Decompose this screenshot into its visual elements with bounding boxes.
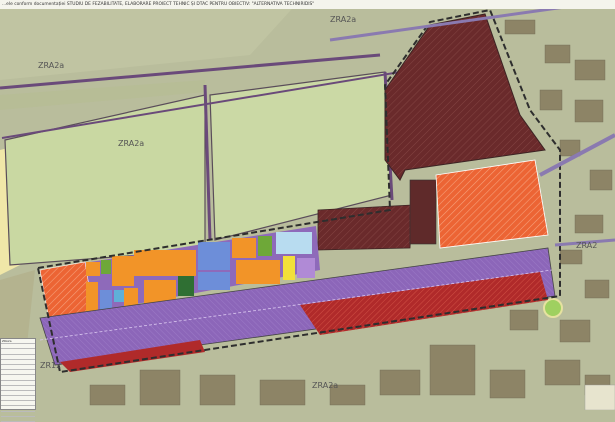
plot-orange-2 — [112, 256, 134, 286]
plot-orange-3 — [86, 282, 98, 312]
zone-label-zr12: ZR12 — [40, 361, 61, 370]
zone-label-zra2a-mid: ZRA2a — [118, 139, 144, 148]
zone-label-zra2a-left: ZRA2a — [38, 61, 64, 70]
zone-label-zra2a-top: ZRA2a — [330, 15, 356, 24]
urban-block-light — [584, 384, 615, 410]
zone-label-zra2-right: ZRA2 — [576, 241, 597, 250]
plot-blue-2 — [198, 242, 230, 270]
plot-orange-8 — [236, 260, 280, 284]
zone-industrial-mid — [317, 204, 413, 251]
zone-industrial-small — [409, 179, 437, 245]
plot-yellow — [283, 256, 295, 280]
roundabout — [543, 298, 563, 318]
plot-lightblue-1 — [114, 290, 124, 302]
urban-plan-map: ZRA2a ZRA2a ZRA2a ZRA2a ZRA2 ZR12 ...ele… — [0, 0, 615, 422]
plot-green-dark — [178, 276, 194, 296]
legend-table: ZRA2a — [0, 338, 36, 422]
plot-orange-7 — [232, 238, 256, 258]
zone-label-zra2a-bottom: ZRA2a — [312, 381, 338, 390]
plot-violet — [297, 258, 315, 278]
plot-orange-1 — [86, 262, 100, 276]
plot-green-2 — [258, 236, 272, 256]
zone-hatched-east — [435, 159, 549, 249]
plot-orange-5 — [134, 250, 196, 276]
legend-row — [1, 417, 35, 422]
map-header-note: ...ele conform documentației STUDIU DE F… — [0, 0, 615, 9]
map-canvas: ZRA2a ZRA2a ZRA2a ZRA2a ZRA2 ZR12 — [0, 0, 615, 410]
plot-green-1 — [101, 260, 111, 274]
plot-lightblue-2 — [276, 232, 312, 254]
plot-blue-3 — [198, 272, 230, 290]
